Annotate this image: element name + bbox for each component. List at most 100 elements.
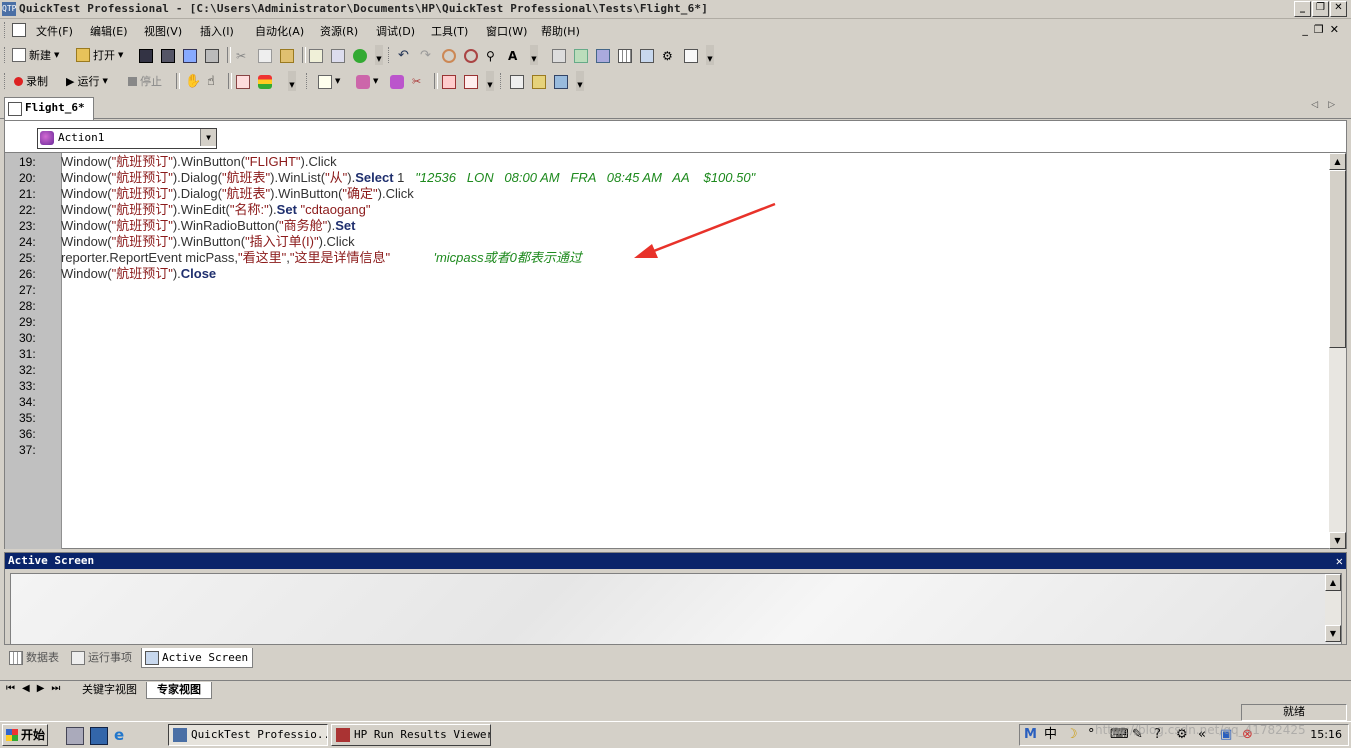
- edit-step-icon[interactable]: [309, 49, 323, 63]
- call-action-icon[interactable]: [390, 75, 404, 89]
- taskbar-item-quicktest[interactable]: QuickTest Professio...: [168, 724, 328, 746]
- analog-recording-icon[interactable]: ✋: [185, 75, 201, 89]
- copy-icon[interactable]: [258, 49, 272, 63]
- code-line[interactable]: Window("航班预订").WinButton("FLIGHT").Click: [61, 154, 337, 170]
- undo-icon[interactable]: ↶: [398, 49, 412, 63]
- ie-browser-icon[interactable]: e: [114, 727, 130, 743]
- tab-flight-6[interactable]: Flight_6*: [4, 97, 94, 120]
- menu-view[interactable]: 视图(V): [144, 23, 182, 39]
- tab-active-screen[interactable]: Active Screen: [141, 648, 254, 668]
- editor-vertical-scrollbar[interactable]: ▲ ▼: [1329, 153, 1346, 549]
- properties-icon[interactable]: [510, 75, 524, 89]
- taskbar-item-run-results[interactable]: HP Run Results Viewer: [331, 724, 491, 746]
- qtp-app-icon[interactable]: QTP: [2, 2, 16, 16]
- restore-button[interactable]: ❐: [1312, 1, 1329, 17]
- debug-viewer-icon[interactable]: ⚙: [662, 49, 676, 63]
- toolbar-overflow-chevron[interactable]: ▼: [530, 45, 538, 65]
- stop-button[interactable]: 停止: [128, 72, 162, 90]
- code-line[interactable]: Window("航班预订").WinRadioButton("商务舱").Set: [61, 218, 355, 234]
- export-icon[interactable]: [554, 75, 568, 89]
- menu-automation[interactable]: 自动化(A): [255, 23, 304, 39]
- half-width-moon-icon[interactable]: ☽: [1066, 727, 1078, 743]
- toolbar-overflow-chevron[interactable]: ▼: [706, 45, 714, 65]
- menu-edit[interactable]: 编辑(E): [90, 23, 128, 39]
- close-icon[interactable]: ✕: [1336, 553, 1343, 569]
- toolbar-overflow-chevron[interactable]: ▼: [486, 71, 494, 91]
- minimize-button[interactable]: _: [1294, 1, 1311, 17]
- save-icon[interactable]: [139, 49, 153, 63]
- cut-icon[interactable]: ✂: [236, 49, 250, 63]
- tab-keyword-view[interactable]: 关键字视图: [72, 682, 147, 698]
- mdi-controls[interactable]: _❐✕: [1302, 23, 1345, 36]
- document-icon[interactable]: [12, 23, 26, 37]
- step-over-icon[interactable]: [464, 75, 478, 89]
- open-button[interactable]: 打开 ▼: [76, 46, 123, 64]
- clock[interactable]: 15:16: [1310, 727, 1342, 743]
- print-icon[interactable]: [205, 49, 219, 63]
- ime-m-icon[interactable]: M: [1024, 727, 1037, 743]
- record-button[interactable]: 录制: [14, 72, 48, 90]
- menu-window[interactable]: 窗口(W): [486, 23, 527, 39]
- active-screen-toggle-icon[interactable]: [640, 49, 654, 63]
- tab-run-items[interactable]: 运行事项: [68, 648, 136, 667]
- action-select[interactable]: Action1 ▼: [37, 128, 217, 149]
- scroll-thumb[interactable]: [1329, 170, 1346, 348]
- new-button[interactable]: 新建 ▼: [12, 46, 59, 64]
- code-line[interactable]: Window("航班预订").Dialog("航班表").WinList("从"…: [61, 170, 755, 186]
- menu-debug[interactable]: 调试(D): [376, 23, 415, 39]
- chevron-down-icon[interactable]: ▼: [200, 129, 216, 146]
- scroll-down-button[interactable]: ▼: [1329, 532, 1346, 549]
- toolbar-overflow-chevron[interactable]: ▼: [576, 71, 584, 91]
- view-tab-nav-arrows[interactable]: ⏮◀▶⏭: [6, 683, 67, 694]
- active-screen-scrollbar[interactable]: ▲ ▼: [1325, 574, 1341, 642]
- code-line[interactable]: Window("航班预订").WinButton("插入订单(I)").Clic…: [61, 234, 355, 250]
- uncomment-icon[interactable]: [464, 49, 478, 63]
- punctuation-icon[interactable]: °: [1088, 727, 1095, 743]
- code-line[interactable]: Window("航班预订").WinEdit("名称:").Set "cdtao…: [61, 202, 370, 218]
- ime-chinese-mode[interactable]: 中: [1044, 727, 1057, 743]
- close-button[interactable]: ✕: [1330, 1, 1347, 17]
- menu-insert[interactable]: 插入(I): [200, 23, 234, 39]
- show-desktop-icon[interactable]: [66, 727, 84, 745]
- step-generator-icon[interactable]: [552, 49, 566, 63]
- menu-resources[interactable]: 资源(R): [320, 23, 358, 39]
- object-repository-icon[interactable]: [331, 49, 345, 63]
- step-into-icon[interactable]: [442, 75, 456, 89]
- code-line[interactable]: Window("航班预订").Close: [61, 266, 216, 282]
- save-all-icon[interactable]: [161, 49, 175, 63]
- comment-icon[interactable]: [442, 49, 456, 63]
- code-line[interactable]: reporter.ReportEvent micPass,"看这里","这里是详…: [61, 250, 582, 266]
- scroll-up-button[interactable]: ▲: [1329, 153, 1346, 170]
- script-folder-icon[interactable]: [532, 75, 546, 89]
- redo-icon[interactable]: ↷: [420, 49, 434, 63]
- tab-data-table[interactable]: 数据表: [6, 648, 63, 667]
- insert-step-icon[interactable]: [318, 75, 332, 89]
- scroll-right-button[interactable]: [1333, 683, 1345, 695]
- check-syntax-icon[interactable]: [353, 49, 367, 63]
- code-line[interactable]: Window("航班预订").Dialog("航班表").WinButton("…: [61, 186, 414, 202]
- menu-tools[interactable]: 工具(T): [431, 23, 468, 39]
- scroll-up-button[interactable]: ▲: [1325, 574, 1341, 591]
- tab-expert-view[interactable]: 专家视图: [146, 682, 212, 699]
- run-button[interactable]: ▶ 运行 ▼: [66, 72, 108, 90]
- insert-output-value-icon[interactable]: [258, 75, 272, 89]
- low-level-recording-icon[interactable]: ☝: [207, 75, 221, 89]
- scroll-down-button[interactable]: ▼: [1325, 625, 1341, 642]
- insert-action-icon[interactable]: [356, 75, 370, 89]
- toolbar-overflow-chevron[interactable]: ▼: [375, 45, 383, 65]
- start-button[interactable]: 开始: [2, 724, 48, 746]
- menu-file[interactable]: 文件(F): [36, 23, 73, 39]
- paste-icon[interactable]: [280, 49, 294, 63]
- dropdown-arrow-icon[interactable]: ▼: [335, 77, 340, 85]
- menu-help[interactable]: 帮助(H): [541, 23, 580, 39]
- server-manager-icon[interactable]: [90, 727, 108, 745]
- toolbar-overflow-chevron[interactable]: ▼: [288, 71, 296, 91]
- dropdown-arrow-icon[interactable]: ▼: [373, 77, 378, 85]
- find-icon[interactable]: ⚲: [486, 49, 500, 63]
- resource-icon[interactable]: [596, 49, 610, 63]
- tab-scroll-arrows[interactable]: ◁▷: [1311, 100, 1345, 110]
- missing-resources-icon[interactable]: [684, 49, 698, 63]
- save-with-resources-icon[interactable]: [183, 49, 197, 63]
- data-table-icon[interactable]: [618, 49, 632, 63]
- split-action-icon[interactable]: ✂: [412, 75, 426, 89]
